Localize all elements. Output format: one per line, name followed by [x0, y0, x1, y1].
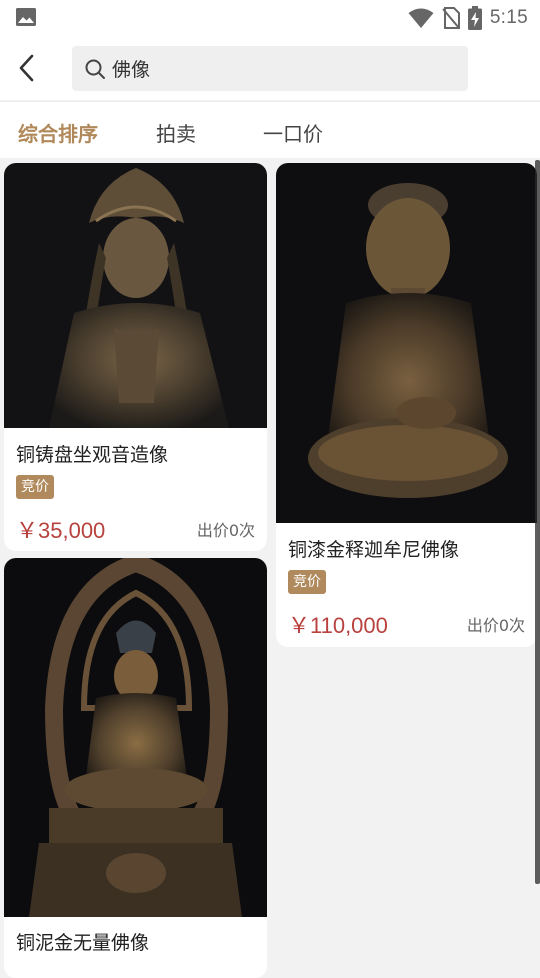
tab-auction[interactable]: 拍卖 [156, 118, 196, 147]
auction-badge: 竞价 [16, 475, 54, 499]
product-title: 铜泥金无量佛像 [16, 932, 150, 954]
product-card[interactable]: 铜漆金释迦牟尼佛像 竞价 ￥110,000 出价0次 [276, 163, 537, 647]
product-title: 铜漆金释迦牟尼佛像 [288, 539, 460, 561]
battery-charging-icon [467, 6, 482, 30]
wifi-icon [408, 8, 434, 28]
search-icon [85, 59, 105, 79]
search-header: 佛像 [0, 36, 540, 100]
product-title: 铜铸盘坐观音造像 [16, 444, 169, 466]
product-card[interactable]: 铜泥金无量佛像 [4, 558, 267, 978]
auction-badge: 竞价 [288, 570, 326, 594]
bid-count: 出价0次 [196, 521, 255, 540]
product-price: ￥110,000 [288, 613, 388, 638]
product-image [4, 163, 267, 428]
gallery-notification-icon [16, 8, 36, 26]
no-sim-icon [442, 7, 460, 29]
back-arrow-icon[interactable] [12, 52, 44, 84]
product-price: ￥35,000 [16, 518, 106, 543]
product-image [4, 558, 267, 917]
bid-count: 出价0次 [466, 616, 525, 635]
status-bar: 5:15 [0, 0, 540, 36]
search-query: 佛像 [112, 59, 151, 81]
sort-tabs: 综合排序 拍卖 一口价 [0, 101, 540, 158]
scrollbar[interactable] [535, 160, 540, 884]
tab-fixed-price[interactable]: 一口价 [263, 118, 323, 147]
search-input[interactable]: 佛像 [72, 46, 468, 91]
status-time: 5:15 [489, 7, 528, 28]
tab-comprehensive-sort[interactable]: 综合排序 [18, 118, 98, 147]
product-card[interactable]: 铜铸盘坐观音造像 竞价 ￥35,000 出价0次 [4, 163, 267, 551]
product-image [276, 163, 537, 523]
